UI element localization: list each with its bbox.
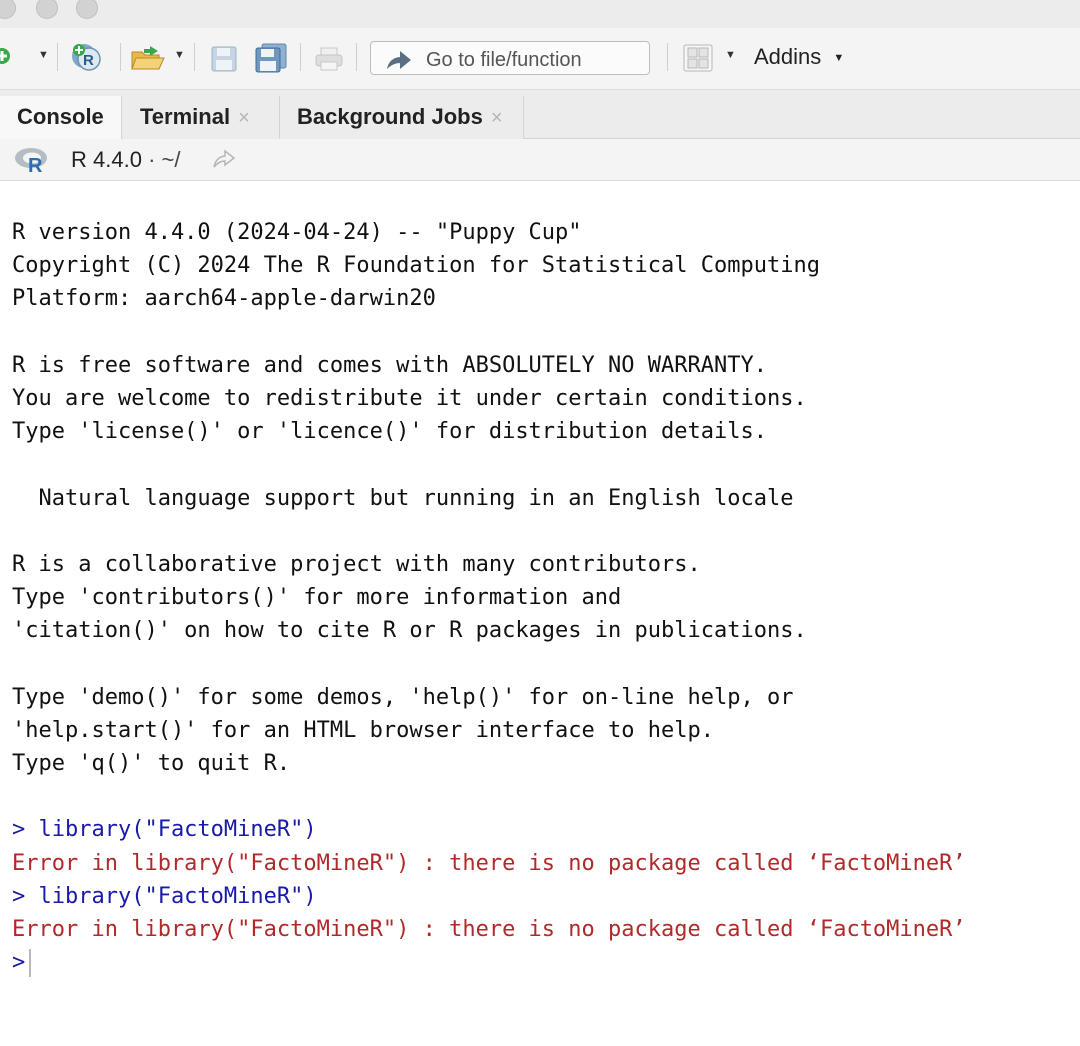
console-output[interactable]: R version 4.4.0 (2024-04-24) -- "Puppy C… — [12, 216, 1072, 979]
toolbar-separator — [120, 43, 121, 71]
tab-background-jobs-label: Background Jobs — [297, 104, 483, 129]
console-output-line: You are welcome to redistribute it under… — [12, 385, 807, 411]
chevron-down-icon: ▼ — [833, 52, 845, 65]
svg-text:R: R — [83, 52, 94, 69]
grid-layout-icon[interactable] — [683, 44, 713, 77]
console-output-line: Copyright (C) 2024 The R Foundation for … — [12, 253, 820, 279]
main-toolbar: ▼ R ▼ Go to file/function ▼ Addins ▼ — [0, 28, 1080, 90]
console-error-line: Error in library("FactoMineR") : there i… — [12, 850, 966, 876]
r-version-label: R 4.4.0 · ~/ — [71, 147, 180, 173]
console-command-line: > library("FactoMineR") — [12, 817, 317, 843]
close-icon[interactable]: × — [491, 107, 503, 129]
console-prompt[interactable]: > — [12, 946, 1072, 979]
toolbar-separator — [300, 43, 301, 71]
toolbar-separator — [356, 43, 357, 71]
go-to-file-function-input[interactable]: Go to file/function — [370, 41, 650, 75]
tab-terminal[interactable]: Terminal × — [123, 96, 280, 139]
console-output-line: 'citation()' on how to cite R or R packa… — [12, 618, 807, 644]
console-header: R R 4.4.0 · ~/ — [0, 139, 1080, 181]
console-output-line: R version 4.4.0 (2024-04-24) -- "Puppy C… — [12, 220, 582, 245]
text-cursor — [29, 949, 32, 978]
r-logo-icon: R — [14, 147, 50, 178]
console-output-line: R is free software and comes with ABSOLU… — [12, 352, 767, 378]
new-file-dropdown-caret[interactable]: ▼ — [38, 49, 49, 61]
go-to-directory-icon[interactable] — [212, 149, 236, 174]
console-output-line: Natural language support but running in … — [12, 485, 794, 511]
tab-console[interactable]: Console — [0, 96, 122, 139]
prompt-symbol: > — [12, 950, 26, 976]
window-minimize-button[interactable] — [36, 0, 58, 19]
console-output-line: Type 'license()' or 'licence()' for dist… — [12, 419, 767, 445]
close-icon[interactable]: × — [238, 107, 250, 129]
console-output-line: 'help.start()' for an HTML browser inter… — [12, 717, 714, 743]
r-version: R 4.4.0 — [71, 147, 142, 172]
working-directory[interactable]: · ~/ — [148, 147, 180, 172]
window-zoom-button[interactable] — [76, 0, 98, 19]
console-output-line: R is a collaborative project with many c… — [12, 551, 701, 577]
toolbar-separator — [57, 43, 58, 71]
go-to-arrow-icon — [385, 49, 413, 76]
toolbar-separator — [194, 43, 195, 71]
pane-tab-strip: Console Terminal × Background Jobs × — [0, 90, 1080, 139]
addins-label: Addins — [754, 44, 822, 69]
console-error-line: Error in library("FactoMineR") : there i… — [12, 916, 966, 942]
save-icon[interactable] — [210, 45, 238, 78]
new-project-icon[interactable]: R — [70, 41, 106, 78]
save-all-icon[interactable] — [254, 42, 288, 79]
console-output-line: Type 'contributors()' for more informati… — [12, 585, 622, 611]
tab-terminal-label: Terminal — [140, 104, 231, 129]
open-file-dropdown-caret[interactable]: ▼ — [174, 49, 185, 61]
addins-menu[interactable]: Addins ▼ — [754, 44, 844, 70]
go-to-placeholder: Go to file/function — [426, 49, 582, 71]
console-command-line: > library("FactoMineR") — [12, 883, 317, 909]
console-output-line: Platform: aarch64-apple-darwin20 — [12, 286, 436, 312]
layout-dropdown-caret[interactable]: ▼ — [725, 49, 736, 61]
svg-text:R: R — [28, 155, 43, 173]
console-output-line: Type 'q()' to quit R. — [12, 751, 291, 776]
window-titlebar — [0, 0, 1080, 28]
toolbar-separator — [667, 43, 668, 71]
tab-background-jobs[interactable]: Background Jobs × — [280, 96, 524, 139]
open-file-icon[interactable] — [130, 44, 168, 77]
console-output-line: Type 'demo()' for some demos, 'help()' f… — [12, 684, 794, 710]
new-file-icon[interactable] — [0, 46, 14, 71]
tab-console-label: Console — [17, 104, 104, 129]
window-close-button[interactable] — [0, 0, 16, 19]
print-icon[interactable] — [314, 46, 344, 77]
